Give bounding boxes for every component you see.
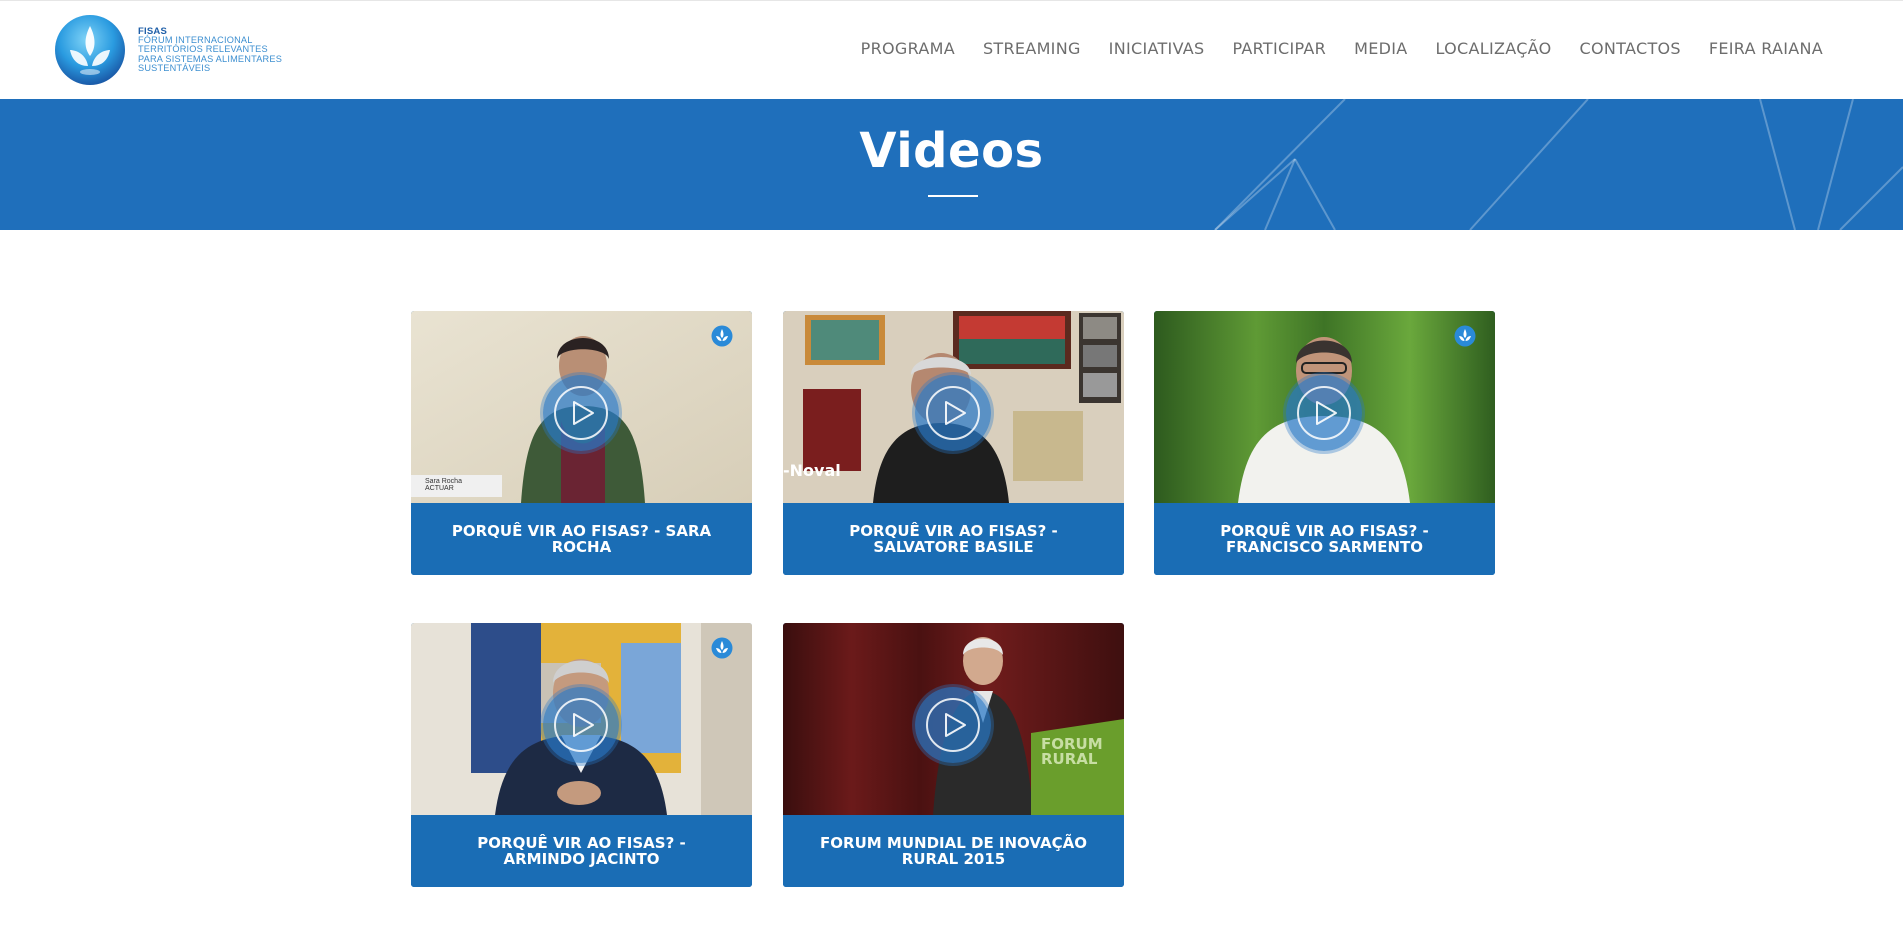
video-thumbnail[interactable]: FORUM RURAL [783,623,1124,815]
video-card[interactable]: FORUM RURAL FORUM MUNDIAL DE INOVAÇÃO RU… [783,623,1124,887]
video-card[interactable]: PORQUÊ VIR AO FISAS? - ARMINDO JACINTO [411,623,752,887]
lower-third-name: Sara Rocha [425,478,462,485]
nav-item-contactos[interactable]: CONTACTOS [1566,39,1695,58]
page-hero: Videos [0,99,1903,230]
video-card[interactable]: PORQUÊ VIR AO FISAS? - FRANCISCO SARMENT… [1154,311,1495,575]
logo-text: FISAS FÓRUM INTERNACIONAL TERRITÓRIOS RE… [138,27,282,73]
logo-line: SUSTENTÁVEIS [138,62,211,73]
video-thumbnail[interactable] [411,623,752,815]
video-title[interactable]: FORUM MUNDIAL DE INOVAÇÃO RURAL 2015 [783,815,1124,887]
main-nav: PROGRAMA STREAMING INICIATIVAS PARTICIPA… [847,39,1837,58]
video-overlay-text: -Noval [783,461,841,480]
podium-sign: FORUM RURAL [1041,737,1103,767]
play-icon [554,698,608,752]
nav-item-feira-raiana[interactable]: FEIRA RAIANA [1695,39,1837,58]
play-icon [554,386,608,440]
nav-item-media[interactable]: MEDIA [1340,39,1421,58]
fisas-drop-icon [711,637,733,659]
play-button[interactable] [915,375,991,451]
play-button[interactable] [543,687,619,763]
play-icon [926,698,980,752]
video-title[interactable]: PORQUÊ VIR AO FISAS? - FRANCISCO SARMENT… [1154,503,1495,575]
fisas-drop-icon [711,325,733,347]
lower-third-org: ACTUAR [425,485,454,492]
nav-item-localizacao[interactable]: LOCALIZAÇÃO [1422,39,1566,58]
video-title[interactable]: PORQUÊ VIR AO FISAS? - SALVATORE BASILE [783,503,1124,575]
play-button[interactable] [1286,375,1362,451]
video-title[interactable]: PORQUÊ VIR AO FISAS? - SARA ROCHA [411,503,752,575]
video-thumbnail[interactable]: -Noval [783,311,1124,503]
site-header: FISAS FÓRUM INTERNACIONAL TERRITÓRIOS RE… [0,0,1903,99]
nav-item-streaming[interactable]: STREAMING [969,39,1095,58]
play-icon [926,386,980,440]
nav-item-iniciativas[interactable]: INICIATIVAS [1095,39,1219,58]
page-title: Videos [859,123,1044,179]
play-button[interactable] [915,687,991,763]
video-thumbnail[interactable]: Sara Rocha ACTUAR [411,311,752,503]
play-icon [1297,386,1351,440]
nav-item-participar[interactable]: PARTICIPAR [1219,39,1341,58]
podium-sign-line: RURAL [1041,750,1098,768]
video-title[interactable]: PORQUÊ VIR AO FISAS? - ARMINDO JACINTO [411,815,752,887]
title-underline [928,195,978,197]
fisas-logo-icon [55,15,125,85]
lower-third: Sara Rocha ACTUAR [425,478,462,492]
play-button[interactable] [543,375,619,451]
fisas-drop-icon [1454,325,1476,347]
video-card[interactable]: -Noval PORQUÊ VIR AO FISAS? - SALVATORE … [783,311,1124,575]
video-thumbnail[interactable] [1154,311,1495,503]
video-card[interactable]: Sara Rocha ACTUAR PORQUÊ VIR AO FISAS? -… [411,311,752,575]
nav-item-programa[interactable]: PROGRAMA [847,39,969,58]
site-logo[interactable]: FISAS FÓRUM INTERNACIONAL TERRITÓRIOS RE… [54,13,294,87]
